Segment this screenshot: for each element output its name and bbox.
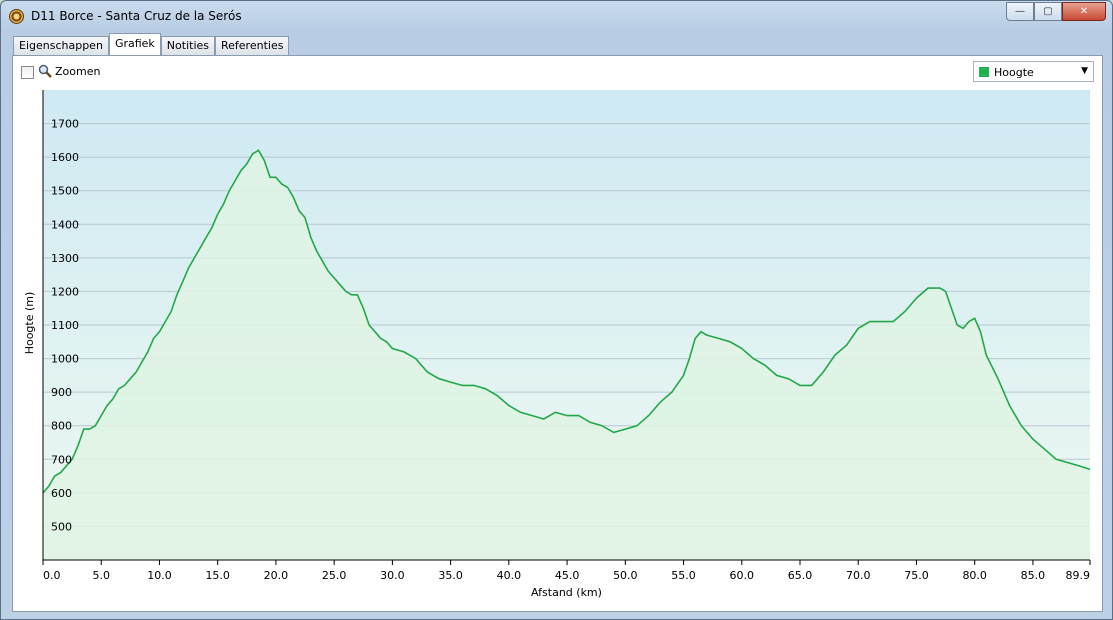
x-tick-label: 30.0: [380, 569, 405, 582]
chart-window: D11 Borce - Santa Cruz de la Serós — ▢ ✕…: [0, 0, 1113, 620]
x-axis-label: Afstand (km): [531, 586, 602, 599]
y-tick-label: 500: [51, 520, 72, 533]
title-bar[interactable]: D11 Borce - Santa Cruz de la Serós — ▢ ✕: [1, 1, 1112, 31]
x-tick-label: 45.0: [555, 569, 580, 582]
y-tick-label: 800: [51, 420, 72, 433]
x-tick-label: 10.0: [147, 569, 172, 582]
tab-strip: Eigenschappen Grafiek Notities Referenti…: [13, 33, 290, 55]
tab-referenties[interactable]: Referenties: [215, 36, 290, 55]
x-tick-label: 15.0: [205, 569, 230, 582]
y-tick-label: 1500: [51, 185, 79, 198]
elevation-chart: 500 600 700 800 900 1000 1100 1200 1300 1400 1500 1…: [23, 90, 1091, 599]
x-tick-label: 75.0: [904, 569, 929, 582]
graph-panel: Zoomen Hoogte ▼ 500 600 700 800 900 1000 1100 1…: [12, 55, 1103, 612]
y-tick-label: 1400: [51, 218, 79, 231]
tab-grafiek[interactable]: Grafiek: [108, 33, 161, 55]
y-tick-label: 1100: [51, 319, 79, 332]
x-tick-label: 5.0: [92, 569, 110, 582]
x-tick-label: 40.0: [497, 569, 522, 582]
x-tick-label: 65.0: [788, 569, 813, 582]
minimize-button[interactable]: —: [1006, 2, 1034, 21]
y-axis-label: Hoogte (m): [23, 292, 36, 355]
x-tick-label: 85.0: [1021, 569, 1046, 582]
y-tick-label: 1600: [51, 151, 79, 164]
tab-notities[interactable]: Notities: [160, 36, 215, 55]
x-tick-label: 50.0: [613, 569, 638, 582]
y-tick-label: 1700: [51, 118, 79, 131]
app-icon: [9, 9, 24, 24]
maximize-button[interactable]: ▢: [1034, 2, 1062, 21]
y-tick-label: 700: [51, 453, 72, 466]
window-title: D11 Borce - Santa Cruz de la Serós: [31, 9, 242, 23]
y-tick-label: 1000: [51, 353, 79, 366]
x-tick-label: 70.0: [846, 569, 871, 582]
x-tick-label: 60.0: [730, 569, 755, 582]
y-tick-label: 1300: [51, 252, 79, 265]
x-tick-label: 80.0: [962, 569, 987, 582]
tab-eigenschappen[interactable]: Eigenschappen: [13, 36, 109, 55]
x-tick-label: 89.9: [1066, 569, 1091, 582]
window-controls: — ▢ ✕: [1006, 2, 1106, 21]
y-tick-label: 600: [51, 487, 72, 500]
x-tick-label: 55.0: [671, 569, 696, 582]
x-tick-label: 0.0: [43, 569, 61, 582]
y-tick-label: 1200: [51, 285, 79, 298]
x-tick-label: 25.0: [322, 569, 347, 582]
x-tick-label: 20.0: [264, 569, 289, 582]
x-tick-label: 35.0: [438, 569, 463, 582]
y-tick-label: 900: [51, 386, 72, 399]
close-button[interactable]: ✕: [1062, 2, 1106, 21]
